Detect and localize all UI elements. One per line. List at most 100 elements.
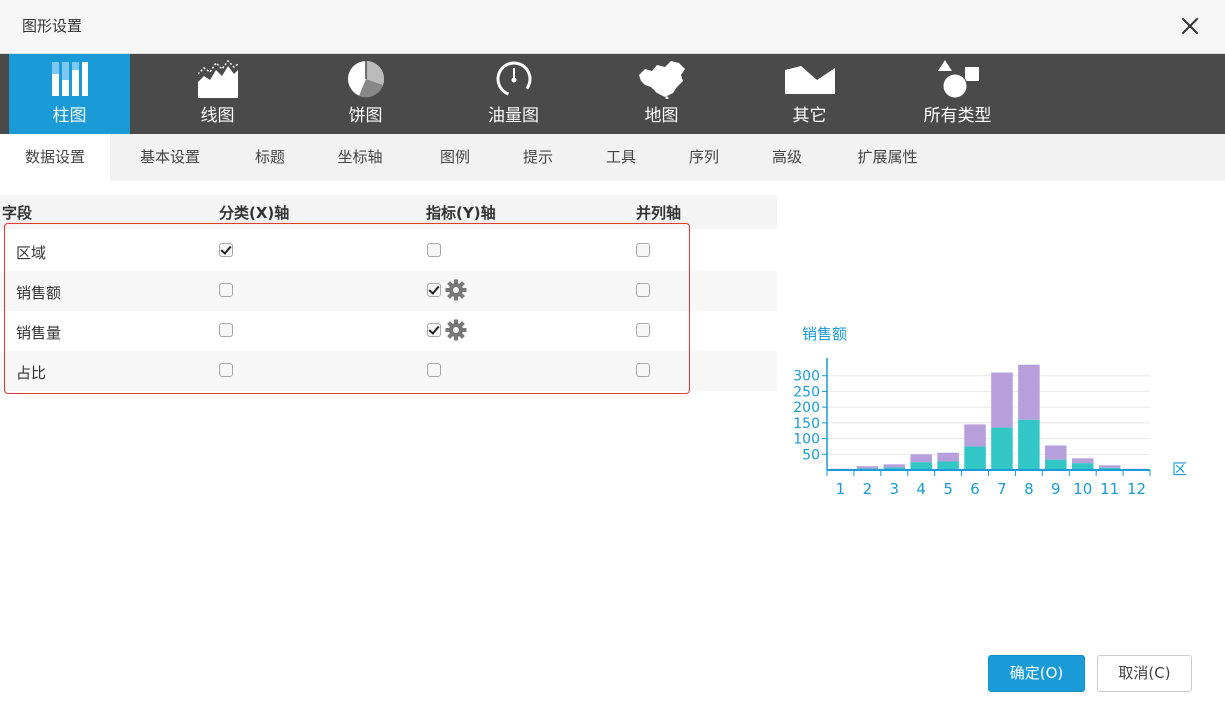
header-field: 字段 xyxy=(2,204,33,222)
tab-series[interactable]: 序列 xyxy=(669,134,739,181)
bar-series-a xyxy=(1045,459,1067,470)
y-axis-checkbox[interactable] xyxy=(427,243,441,257)
bar-series-b xyxy=(856,466,879,469)
all-types-icon xyxy=(897,59,1018,99)
y-axis-checkbox[interactable] xyxy=(427,323,441,337)
line-chart-icon xyxy=(157,59,278,99)
x-axis-label: 区 xyxy=(1172,460,1187,478)
chart-type-bar-chart[interactable]: 柱图 xyxy=(9,54,130,134)
tab-extended-properties[interactable]: 扩展属性 xyxy=(840,134,935,181)
field-name: 销售量 xyxy=(16,324,62,342)
gauge-chart-icon xyxy=(453,59,574,99)
dialog-titlebar: 图形设置 xyxy=(0,0,1225,54)
parallel-axis-checkbox[interactable] xyxy=(636,243,650,257)
chart-type-label: 油量图 xyxy=(488,106,539,126)
gear-icon[interactable] xyxy=(445,319,467,341)
parallel-axis-checkbox[interactable] xyxy=(636,323,650,337)
y-tick-label: 250 xyxy=(793,384,820,400)
x-tick-label: 10 xyxy=(1073,480,1092,498)
gear-icon[interactable] xyxy=(445,279,467,301)
table-row: 销售量 xyxy=(0,311,777,351)
chart-type-map[interactable]: 地图 xyxy=(601,54,722,134)
y-tick-label: 200 xyxy=(793,400,820,416)
bar-chart-icon xyxy=(9,59,130,99)
y-tick-label: 150 xyxy=(793,416,820,432)
x-tick-label: 12 xyxy=(1127,480,1146,498)
settings-tabs: 数据设置 基本设置 标题 坐标轴 图例 提示 工具 序列 高级 扩展属性 xyxy=(0,134,1225,181)
x-tick-label: 11 xyxy=(1100,480,1119,498)
x-axis-checkbox[interactable] xyxy=(219,283,233,297)
bar-series-a xyxy=(937,461,959,470)
tab-legend[interactable]: 图例 xyxy=(420,134,490,181)
x-tick-label: 8 xyxy=(1024,480,1034,498)
x-tick-label: 7 xyxy=(997,480,1007,498)
chart-type-all[interactable]: 所有类型 xyxy=(897,54,1018,134)
table-row: 区域 xyxy=(0,231,777,271)
table-row: 占比 xyxy=(0,351,777,391)
bar-series-b xyxy=(883,464,906,468)
tab-advanced[interactable]: 高级 xyxy=(752,134,822,181)
close-icon[interactable] xyxy=(1175,11,1205,41)
y-axis-checkbox[interactable] xyxy=(427,363,441,377)
x-tick-label: 4 xyxy=(916,480,926,498)
x-tick-label: 9 xyxy=(1051,480,1061,498)
field-name: 占比 xyxy=(16,364,47,382)
bar-series-a xyxy=(1018,419,1040,470)
bar-series-b xyxy=(991,372,1013,428)
bar-series-b xyxy=(1018,364,1040,420)
dialog-title: 图形设置 xyxy=(22,17,83,35)
chart-title: 销售额 xyxy=(802,325,847,343)
x-tick-label: 5 xyxy=(943,480,953,498)
header-parallel-axis: 并列轴 xyxy=(636,204,682,222)
tab-tools[interactable]: 工具 xyxy=(586,134,656,181)
cancel-button[interactable]: 取消(C) xyxy=(1097,655,1192,692)
pie-chart-icon xyxy=(305,59,426,99)
tab-title[interactable]: 标题 xyxy=(235,134,305,181)
bar-series-b xyxy=(910,454,932,463)
parallel-axis-checkbox[interactable] xyxy=(636,283,650,297)
y-tick-label: 100 xyxy=(793,432,820,448)
bar-series-b xyxy=(1045,445,1067,460)
bar-series-a xyxy=(964,446,986,470)
y-tick-label: 50 xyxy=(802,447,820,463)
bar-series-a xyxy=(1071,463,1094,470)
chart-type-gauge-chart[interactable]: 油量图 xyxy=(453,54,574,134)
x-axis-checkbox[interactable] xyxy=(219,323,233,337)
x-tick-label: 3 xyxy=(890,480,900,498)
header-x-axis: 分类(X)轴 xyxy=(219,204,290,222)
chart-type-line-chart[interactable]: 线图 xyxy=(157,54,278,134)
china-map-icon xyxy=(601,59,722,99)
x-tick-label: 2 xyxy=(863,480,873,498)
chart-type-label: 柱图 xyxy=(52,106,87,126)
x-axis-checkbox[interactable] xyxy=(219,243,233,257)
x-tick-label: 6 xyxy=(970,480,980,498)
chart-type-label: 线图 xyxy=(200,106,235,126)
chart-preview: 销售额 50 100 150 200 250 300 1 2 3 4 5 6 7 8 9 10 11 12 区 xyxy=(790,310,1190,510)
chart-type-bar: 柱图 线图 饼图 油量图 地图 其它 所有类型 xyxy=(0,54,1225,134)
bar-series-b xyxy=(1071,458,1094,464)
chart-type-label: 所有类型 xyxy=(923,106,992,126)
y-tick-label: 300 xyxy=(793,369,820,385)
tab-tooltip[interactable]: 提示 xyxy=(503,134,573,181)
chart-type-label: 地图 xyxy=(644,106,679,126)
tab-basic-settings[interactable]: 基本设置 xyxy=(120,134,220,181)
chart-type-label: 饼图 xyxy=(348,106,383,126)
x-axis-checkbox[interactable] xyxy=(219,363,233,377)
bar-series-a xyxy=(991,427,1013,470)
chart-type-pie-chart[interactable]: 饼图 xyxy=(305,54,426,134)
tab-axis[interactable]: 坐标轴 xyxy=(320,134,400,181)
bar-series-b xyxy=(1098,465,1121,468)
ok-button[interactable]: 确定(O) xyxy=(988,655,1085,692)
field-name: 销售额 xyxy=(16,284,62,302)
other-chart-icon xyxy=(749,59,870,99)
bar-series-a xyxy=(910,462,932,470)
x-tick-label: 1 xyxy=(836,480,846,498)
y-axis-checkbox[interactable] xyxy=(427,283,441,297)
chart-type-other[interactable]: 其它 xyxy=(749,54,870,134)
parallel-axis-checkbox[interactable] xyxy=(636,363,650,377)
bar-series-b xyxy=(937,452,959,462)
bar-series-b xyxy=(964,424,986,447)
tab-data-settings[interactable]: 数据设置 xyxy=(0,134,110,181)
header-y-axis: 指标(Y)轴 xyxy=(426,204,496,222)
bar-chart: 销售额501001502002503001 2 3 4 5 6 7 8 9 10 11 12区 xyxy=(793,325,1187,498)
